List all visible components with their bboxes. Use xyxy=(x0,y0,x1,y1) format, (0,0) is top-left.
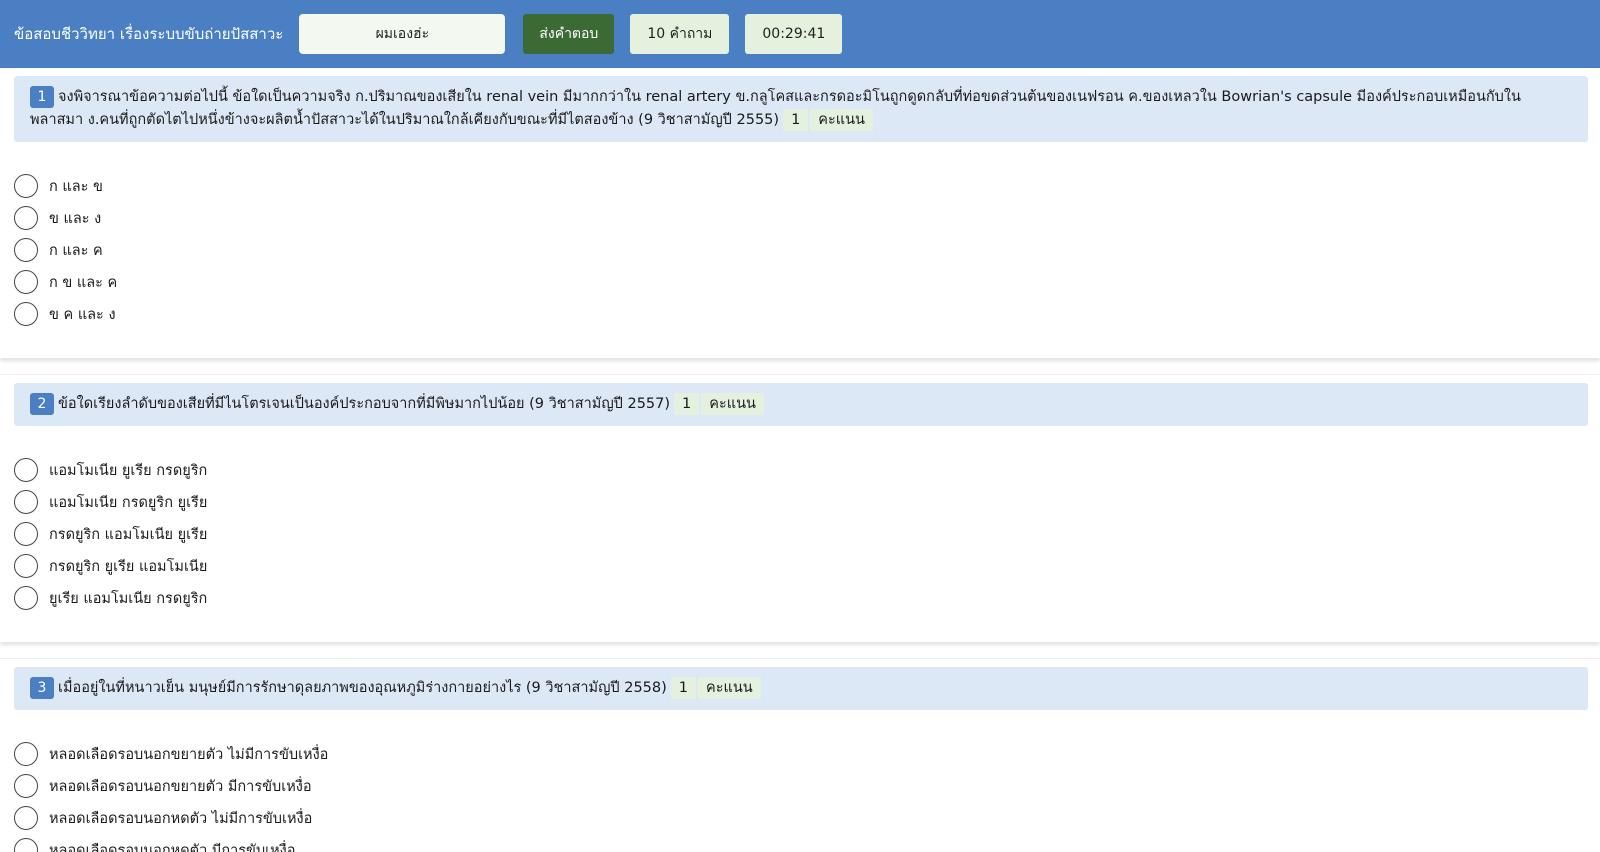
countdown-timer: 00:29:41 xyxy=(745,14,843,54)
question-points: 1 xyxy=(783,109,809,131)
radio-button[interactable] xyxy=(14,838,38,852)
radio-button[interactable] xyxy=(14,742,38,766)
points-label: คะแนน xyxy=(698,677,761,699)
answer-option-label: ก ข และ ค xyxy=(49,274,118,291)
radio-button[interactable] xyxy=(14,302,38,326)
answer-option[interactable]: กรดยูริก แอมโมเนีย ยูเรีย xyxy=(14,518,1588,550)
question-card-1: 1 จงพิจารณาข้อความต่อไปนี้ ข้อใดเป็นความจ… xyxy=(0,68,1600,358)
question-number: 2 xyxy=(30,393,54,415)
answer-options: แอมโมเนีย ยูเรีย กรดยูริก แอมโมเนีย กรดย… xyxy=(14,454,1588,614)
answer-option[interactable]: หลอดเลือดรอบนอกหดตัว มีการขับเหงื่อ xyxy=(14,834,1588,852)
question-text: เมื่ออยู่ในที่หนาวเย็น มนุษย์มีการรักษาด… xyxy=(58,680,667,696)
answer-options: หลอดเลือดรอบนอกขยายตัว ไม่มีการขับเหงื่อ… xyxy=(14,738,1588,852)
answer-options: ก และ ข ข และ ง ก และ ค ก ข และ ค ข ค แล… xyxy=(14,170,1588,330)
points-label: คะแนน xyxy=(701,393,764,415)
answer-option-label: หลอดเลือดรอบนอกหดตัว ไม่มีการขับเหงื่อ xyxy=(49,810,313,827)
question-number: 1 xyxy=(30,86,54,108)
answer-option-label: กรดยูริก แอมโมเนีย ยูเรีย xyxy=(49,526,208,543)
answer-option-label: หลอดเลือดรอบนอกหดตัว มีการขับเหงื่อ xyxy=(49,842,296,852)
answer-option[interactable]: หลอดเลือดรอบนอกหดตัว ไม่มีการขับเหงื่อ xyxy=(14,802,1588,834)
name-input[interactable] xyxy=(299,14,506,54)
question-text: จงพิจารณาข้อความต่อไปนี้ ข้อใดเป็นความจร… xyxy=(30,89,1521,128)
answer-option-label: ก และ ข xyxy=(49,178,103,195)
answer-option[interactable]: ก และ ค xyxy=(14,234,1588,266)
radio-button[interactable] xyxy=(14,458,38,482)
answer-option[interactable]: ข ค และ ง xyxy=(14,298,1588,330)
radio-button[interactable] xyxy=(14,490,38,514)
answer-option-label: ข ค และ ง xyxy=(49,306,116,323)
radio-button[interactable] xyxy=(14,174,38,198)
header-bar: ข้อสอบชีววิทยา เรื่องระบบขับถ่ายปัสสาวะ … xyxy=(0,0,1600,68)
question-count-badge: 10 คำถาม xyxy=(630,14,730,54)
answer-option-label: หลอดเลือดรอบนอกขยายตัว ไม่มีการขับเหงื่อ xyxy=(49,746,329,763)
question-points: 1 xyxy=(670,677,697,699)
radio-button[interactable] xyxy=(14,554,38,578)
question-header: 3 เมื่ออยู่ในที่หนาวเย็น มนุษย์มีการรักษา… xyxy=(14,667,1588,710)
question-number: 3 xyxy=(30,677,54,699)
answer-option[interactable]: ยูเรีย แอมโมเนีย กรดยูริก xyxy=(14,582,1588,614)
answer-option-label: ก และ ค xyxy=(49,242,103,259)
question-card-2: 2 ข้อใดเรียงลำดับของเสียที่มีไนโตรเจนเป็น… xyxy=(0,374,1600,642)
question-points: 1 xyxy=(674,393,700,415)
radio-button[interactable] xyxy=(14,238,38,262)
answer-option[interactable]: หลอดเลือดรอบนอกขยายตัว ไม่มีการขับเหงื่อ xyxy=(14,738,1588,770)
question-header: 1 จงพิจารณาข้อความต่อไปนี้ ข้อใดเป็นความจ… xyxy=(14,76,1588,142)
answer-option[interactable]: ข และ ง xyxy=(14,202,1588,234)
answer-option[interactable]: ก และ ข xyxy=(14,170,1588,202)
question-text: ข้อใดเรียงลำดับของเสียที่มีไนโตรเจนเป็นอ… xyxy=(58,396,671,412)
radio-button[interactable] xyxy=(14,806,38,830)
question-card-3: 3 เมื่ออยู่ในที่หนาวเย็น มนุษย์มีการรักษา… xyxy=(0,658,1600,852)
answer-option-label: แอมโมเนีย ยูเรีย กรดยูริก xyxy=(49,462,208,479)
radio-button[interactable] xyxy=(14,586,38,610)
answer-option[interactable]: แอมโมเนีย ยูเรีย กรดยูริก xyxy=(14,454,1588,486)
radio-button[interactable] xyxy=(14,206,38,230)
answer-option[interactable]: ก ข และ ค xyxy=(14,266,1588,298)
radio-button[interactable] xyxy=(14,774,38,798)
question-header: 2 ข้อใดเรียงลำดับของเสียที่มีไนโตรเจนเป็น… xyxy=(14,383,1588,426)
answer-option-label: กรดยูริก ยูเรีย แอมโมเนีย xyxy=(49,558,208,575)
answer-option-label: หลอดเลือดรอบนอกขยายตัว มีการขับเหงื่อ xyxy=(49,778,312,795)
question-list[interactable]: 1 จงพิจารณาข้อความต่อไปนี้ ข้อใดเป็นความจ… xyxy=(0,68,1600,852)
radio-button[interactable] xyxy=(14,522,38,546)
points-label: คะแนน xyxy=(810,109,873,131)
answer-option[interactable]: กรดยูริก ยูเรีย แอมโมเนีย xyxy=(14,550,1588,582)
page-title: ข้อสอบชีววิทยา เรื่องระบบขับถ่ายปัสสาวะ xyxy=(14,25,284,43)
answer-option-label: แอมโมเนีย กรดยูริก ยูเรีย xyxy=(49,494,208,511)
answer-option-label: ยูเรีย แอมโมเนีย กรดยูริก xyxy=(49,590,208,607)
answer-option[interactable]: แอมโมเนีย กรดยูริก ยูเรีย xyxy=(14,486,1588,518)
submit-answers-button[interactable]: ส่งคำตอบ xyxy=(523,14,615,54)
answer-option-label: ข และ ง xyxy=(49,210,102,227)
radio-button[interactable] xyxy=(14,270,38,294)
answer-option[interactable]: หลอดเลือดรอบนอกขยายตัว มีการขับเหงื่อ xyxy=(14,770,1588,802)
